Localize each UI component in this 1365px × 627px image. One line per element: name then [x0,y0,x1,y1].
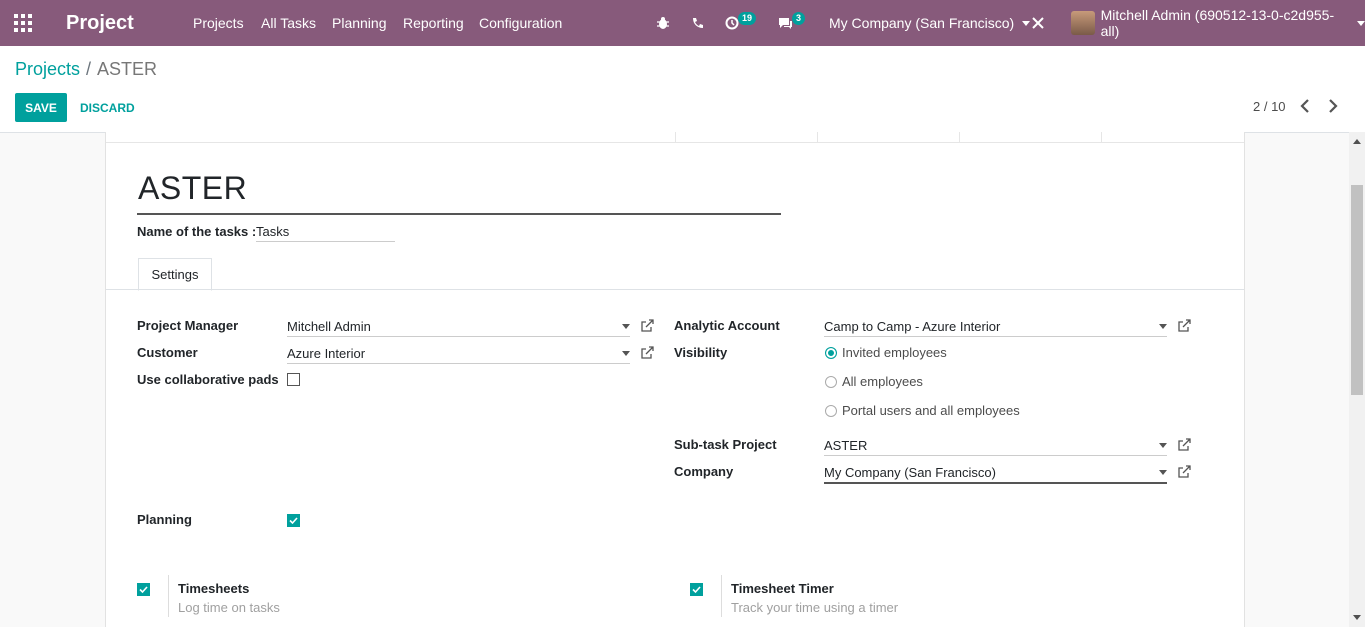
subtask-project-label: Sub-task Project [674,437,777,452]
visibility-option-portal[interactable]: Portal users and all employees [842,403,1020,418]
project-name-field[interactable]: ASTER [138,170,247,207]
visibility-radio-all[interactable] [825,376,837,388]
timesheets-label: Timesheets [178,581,250,596]
bug-icon[interactable] [656,0,670,46]
divider [168,575,169,617]
timesheets-help: Log time on tasks [178,600,280,615]
scroll-up-icon[interactable] [1353,139,1361,144]
collaborative-pads-checkbox[interactable] [287,373,300,386]
customer-label: Customer [137,345,198,360]
debug-tools-icon[interactable] [1031,0,1045,46]
divider [959,132,960,142]
chevron-down-icon[interactable] [1159,443,1167,448]
company-label: Company [674,464,734,479]
control-panel: Projects / ASTER SAVE DISCARD 2 / 10 [0,46,1365,133]
breadcrumb-separator: / [86,59,92,79]
timesheets-checkbox[interactable] [137,583,150,596]
divider [287,363,630,364]
visibility-radio-invited[interactable] [825,347,837,359]
subtask-project-field[interactable]: ASTER [824,438,867,453]
company-name: My Company (San Francisco) [829,15,1015,31]
external-link-icon[interactable] [1177,465,1191,479]
analytic-account-field[interactable]: Camp to Camp - Azure Interior [824,319,1000,334]
external-link-icon[interactable] [1177,438,1191,452]
breadcrumb: Projects / ASTER [15,59,157,80]
company-switcher[interactable]: My Company (San Francisco) [829,0,1031,46]
chevron-down-icon [1357,20,1365,26]
chevron-down-icon[interactable] [1159,470,1167,475]
save-button[interactable]: SAVE [15,93,67,122]
phone-icon[interactable] [691,0,704,46]
chevron-down-icon[interactable] [622,351,630,356]
tasks-name-field[interactable]: Tasks [256,224,289,239]
company-field[interactable]: My Company (San Francisco) [824,465,996,480]
scrollbar-thumb[interactable] [1351,185,1363,395]
apps-menu-icon[interactable] [14,0,34,46]
divider [824,482,1167,484]
timesheet-timer-label: Timesheet Timer [731,581,834,596]
timesheet-timer-help: Track your time using a timer [731,600,899,615]
divider [824,336,1167,337]
timesheet-timer-checkbox[interactable] [690,583,703,596]
project-manager-label: Project Manager [137,318,239,333]
discard-button[interactable]: DISCARD [80,101,135,115]
activity-clock-icon[interactable] [725,0,739,46]
visibility-radio-portal[interactable] [825,405,837,417]
top-navbar: Project Projects All Tasks Planning Repo… [0,0,1365,46]
divider [1101,132,1102,142]
divider [675,132,676,142]
divider [817,132,818,142]
divider [721,575,722,617]
chevron-down-icon[interactable] [622,324,630,329]
customer-field[interactable]: Azure Interior [287,346,365,361]
menu-planning[interactable]: Planning [332,0,387,46]
menu-reporting[interactable]: Reporting [403,0,464,46]
breadcrumb-current: ASTER [97,59,158,79]
divider [824,455,1167,456]
user-menu[interactable]: Mitchell Admin (690512-13-0-c2d955-all) [1071,0,1365,46]
divider [256,241,395,242]
app-brand[interactable]: Project [66,0,134,46]
menu-all-tasks[interactable]: All Tasks [261,0,316,46]
analytic-account-label: Analytic Account [674,318,780,333]
visibility-label: Visibility [674,345,728,360]
divider [137,213,781,215]
tasks-name-label: Name of the tasks : [137,224,257,239]
external-link-icon[interactable] [640,346,654,360]
pager-next-icon[interactable] [1328,99,1340,113]
planning-checkbox[interactable] [287,514,300,527]
planning-label: Planning [137,512,192,527]
menu-projects[interactable]: Projects [193,0,244,46]
scroll-down-icon[interactable] [1353,615,1361,620]
collaborative-pads-label: Use collaborative pads [137,372,279,387]
chevron-down-icon[interactable] [1159,324,1167,329]
visibility-option-all[interactable]: All employees [842,374,923,389]
messages-count-badge: 3 [792,12,806,25]
form-sheet: ASTER Name of the tasks : Tasks Settings… [105,132,1245,627]
user-name: Mitchell Admin (690512-13-0-c2d955-all) [1100,7,1335,39]
visibility-option-invited[interactable]: Invited employees [842,345,947,360]
tab-settings[interactable]: Settings [138,258,212,291]
project-manager-field[interactable]: Mitchell Admin [287,319,371,334]
avatar [1071,11,1095,35]
external-link-icon[interactable] [640,319,654,333]
divider [287,336,630,337]
breadcrumb-projects-link[interactable]: Projects [15,59,80,79]
activity-count-badge: 19 [738,12,757,25]
external-link-icon[interactable] [1177,319,1191,333]
messages-icon[interactable] [778,0,793,46]
divider [106,289,1244,290]
menu-configuration[interactable]: Configuration [479,0,562,46]
chevron-down-icon [1022,20,1031,26]
pager-previous-icon[interactable] [1300,99,1312,113]
pager-value[interactable]: 2 / 10 [1253,99,1286,114]
